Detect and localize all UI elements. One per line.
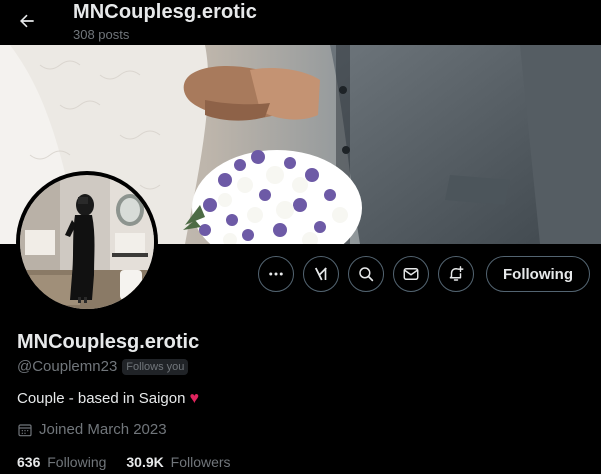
avatar-image [20,175,154,309]
arrow-left-icon [20,14,34,28]
handle-row: @Couplemn23 Follows you [17,358,189,375]
joined-date: Joined March 2023 [17,421,167,438]
calendar-icon [18,423,32,436]
joined-text: Joined March 2023 [39,421,167,438]
followers-label: Followers [170,454,231,470]
profile-actions: Following [258,256,590,292]
notifications-button[interactable] [438,256,474,292]
following-button[interactable]: Following [486,256,590,292]
profile-avatar[interactable] [16,171,158,313]
followers-count: 30.9K [126,454,164,470]
grok-button[interactable] [303,256,339,292]
header-title: MNCouplesg.erotic [73,1,257,23]
message-button[interactable] [393,256,429,292]
more-icon [269,272,283,276]
top-bar: MNCouplesg.erotic 308 posts [0,0,601,45]
more-button[interactable] [258,256,294,292]
follow-stats: 636 Following 30.9K Followers [17,454,231,470]
notification-bell-icon [449,266,464,281]
following-label: Following [47,454,107,470]
profile-display-name: MNCouplesg.erotic [17,331,200,353]
following-link[interactable]: 636 Following [17,454,106,470]
followers-link[interactable]: 30.9K Followers [126,454,230,470]
following-count: 636 [17,454,41,470]
search-button[interactable] [348,256,384,292]
profile-handle: @Couplemn23 [17,358,118,375]
search-icon [359,267,374,282]
follows-you-badge: Follows you [122,358,189,375]
back-button[interactable] [10,4,44,38]
grok-icon [314,267,327,281]
message-icon [403,268,419,280]
posts-count: 308 posts [73,27,130,42]
bio-text: Couple - based in Saigon [17,390,186,407]
red-heart-icon: ♥ [189,389,199,407]
profile-bio: Couple - based in Saigon ♥ [17,390,199,407]
